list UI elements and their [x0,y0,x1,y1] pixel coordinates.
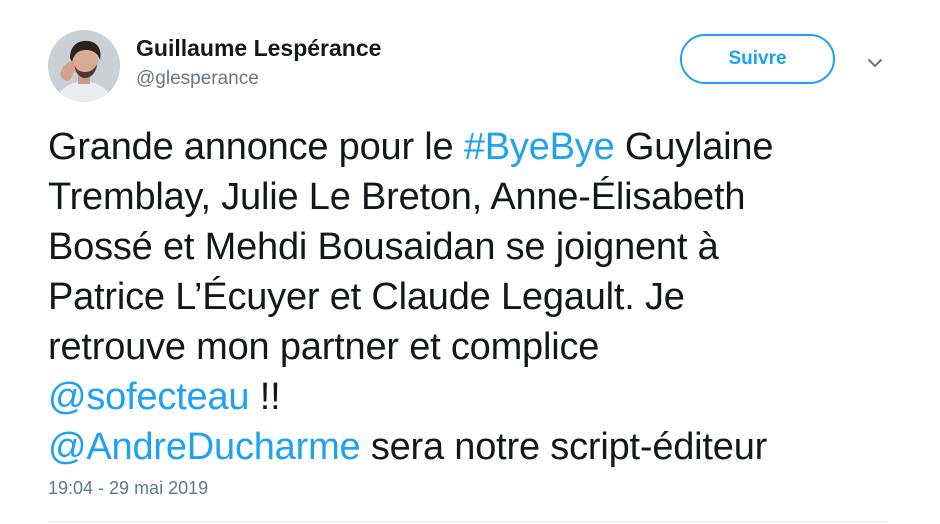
tweet: Guillaume Lespérance @glesperance Suivre… [0,0,940,524]
tweet-text-segment: Guylaine [614,126,774,168]
tweet-line: @AndreDucharme sera notre script-éditeur [48,422,908,472]
tweet-text-segment: !! [249,376,281,418]
author-name[interactable]: Guillaume Lespérance [136,35,381,62]
tweet-line: @sofecteau !! [48,372,908,422]
tweet-text-segment: Grande annonce pour le [48,126,464,168]
divider [48,521,888,522]
mention-link[interactable]: @sofecteau [48,376,250,418]
tweet-text-segment: sera notre script-éditeur [360,426,768,468]
tweet-timestamp[interactable]: 19:04 - 29 mai 2019 [48,478,208,499]
follow-button[interactable]: Suivre [680,34,835,84]
tweet-line: retrouve mon partner et complice [48,326,600,368]
chevron-down-icon[interactable] [864,52,886,74]
mention-link[interactable]: @AndreDucharme [48,426,361,468]
tweet-line: Grande annonce pour le #ByeBye Guylaine [48,122,908,172]
avatar-photo [48,30,120,102]
hashtag-link[interactable]: #ByeBye [464,126,615,168]
tweet-line: Patrice L’Écuyer et Claude Legault. Je [48,276,685,318]
avatar[interactable] [48,30,120,102]
tweet-line: Tremblay, Julie Le Breton, Anne-Élisabet… [48,176,746,218]
author-handle[interactable]: @glesperance [136,68,259,90]
tweet-text: Grande annonce pour le #ByeBye Guylaine … [48,122,908,472]
tweet-line: Bossé et Mehdi Bousaidan se joignent à [48,226,719,268]
